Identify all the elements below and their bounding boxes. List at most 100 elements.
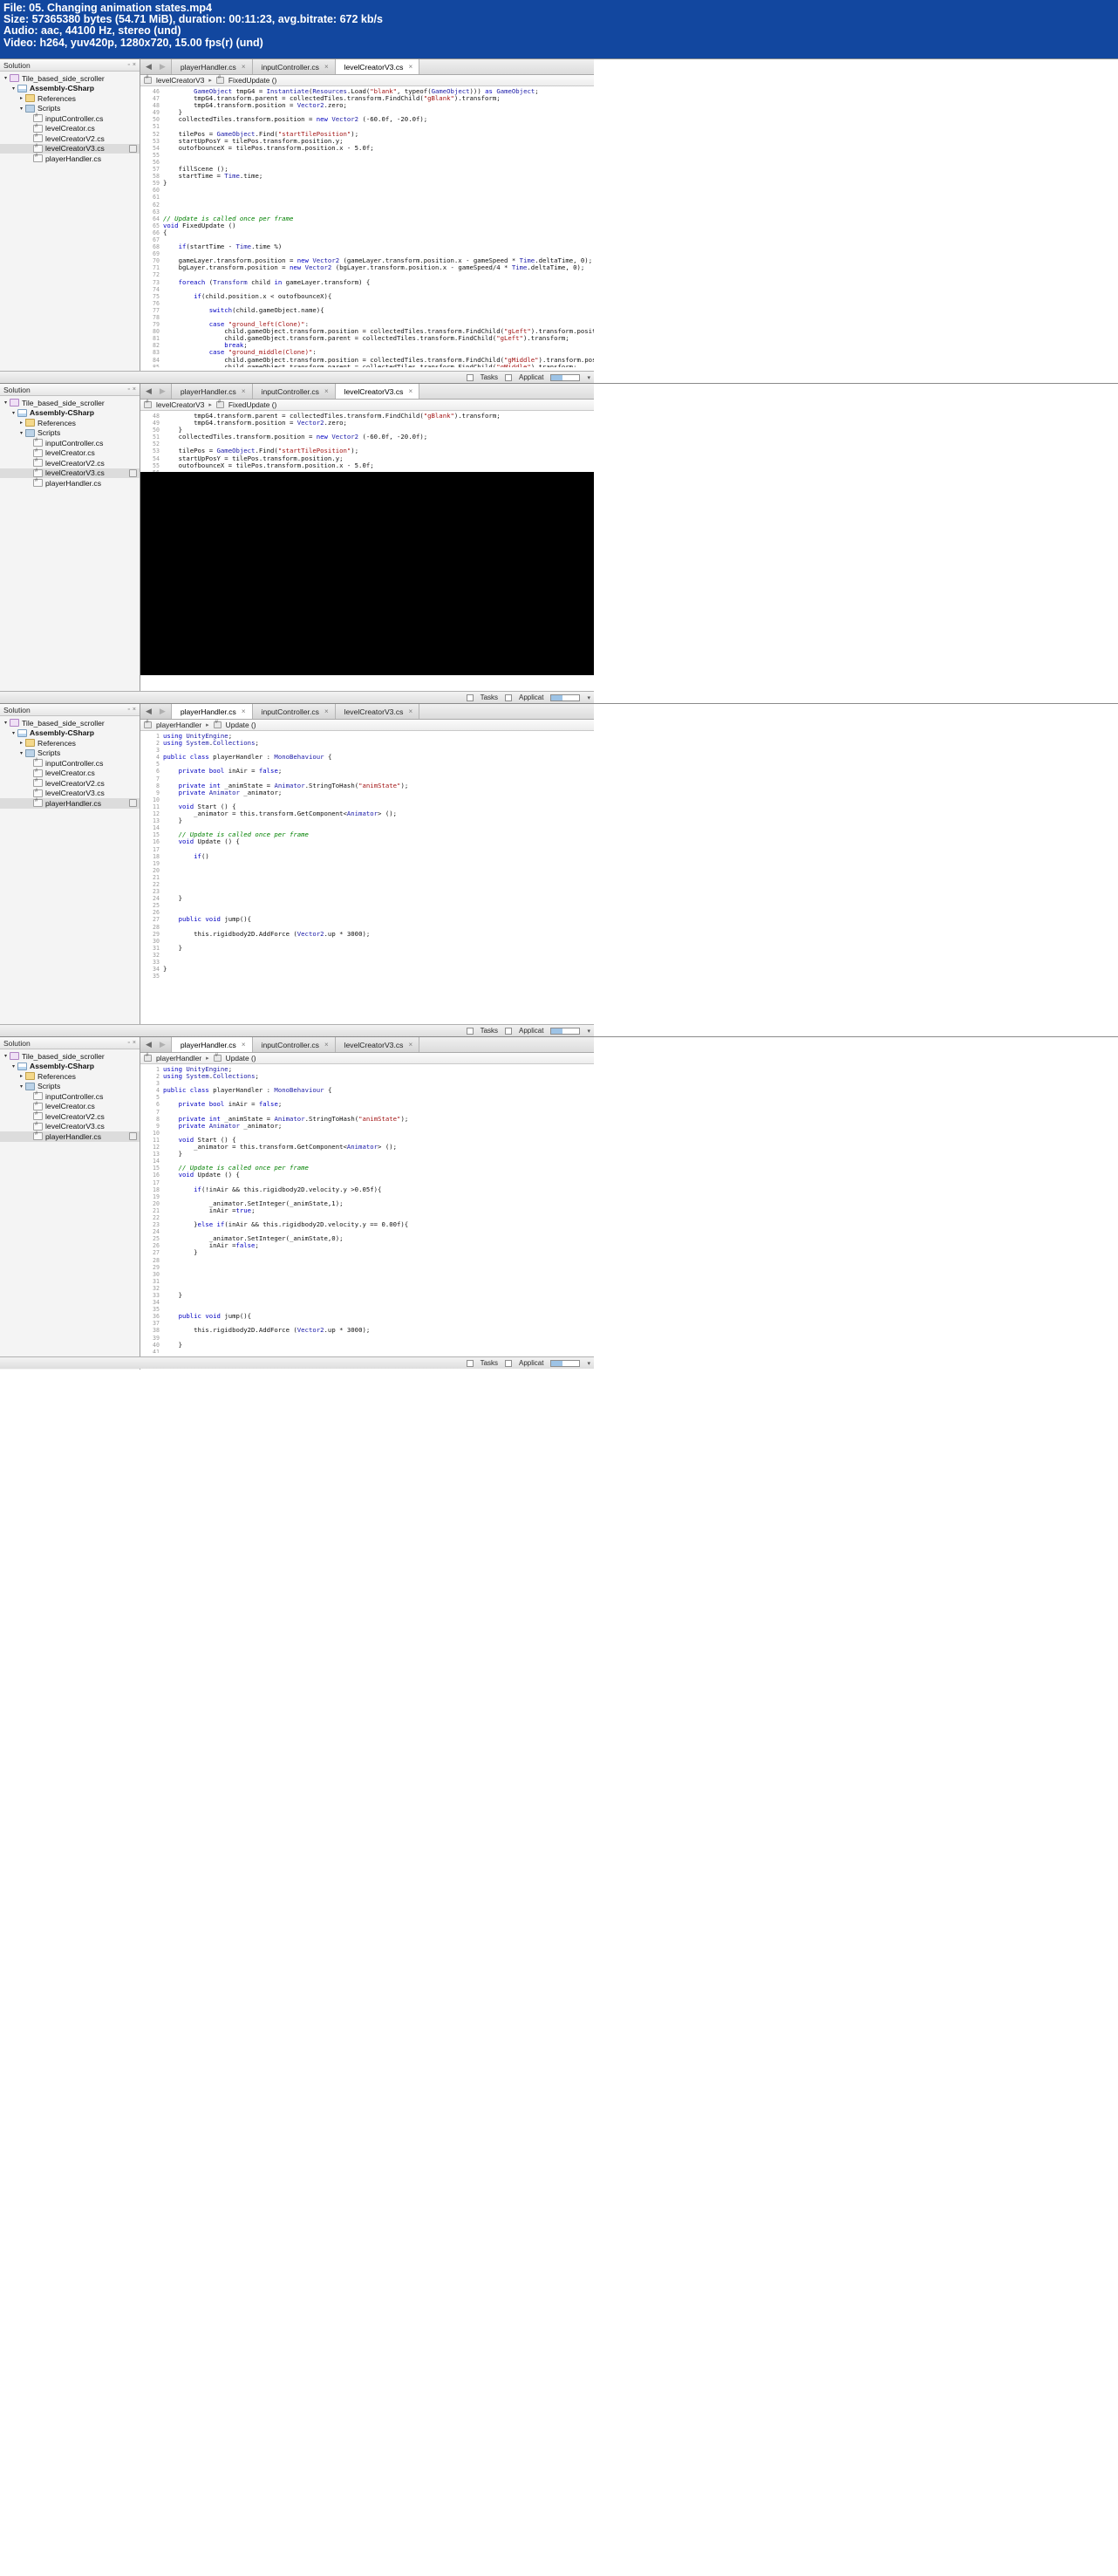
back-arrow-icon[interactable]: ◀ — [146, 1040, 152, 1049]
tree-item-playerhandler-cs[interactable]: playerHandler.cs — [0, 1131, 140, 1142]
tree-item-levelcreatorv2-cs[interactable]: levelCreatorV2.cs — [0, 1111, 140, 1122]
tab-levelcreatorv3-cs[interactable]: levelCreatorV3.cs × — [335, 704, 420, 719]
breadcrumb-class[interactable]: levelCreatorV3 — [156, 76, 204, 85]
tab-playerhandler-cs[interactable]: playerHandler.cs × — [171, 1037, 253, 1052]
tree-item-inputcontroller-cs[interactable]: inputController.cs — [0, 758, 140, 769]
tree-item-assembly-csharp[interactable]: ▾ Assembly-CSharp — [0, 1062, 140, 1072]
tree-item-assembly-csharp[interactable]: ▾ Assembly-CSharp — [0, 84, 140, 94]
tree-item-references[interactable]: ▸ References — [0, 738, 140, 748]
tree-item-levelcreator-cs[interactable]: levelCreator.cs — [0, 769, 140, 779]
twisty-icon[interactable]: ▾ — [17, 1083, 25, 1090]
pin-icon[interactable] — [129, 1132, 137, 1141]
tree-item-references[interactable]: ▸ References — [0, 93, 140, 104]
chevron-down-icon[interactable]: ▾ — [587, 1028, 590, 1035]
tab-playerhandler-cs[interactable]: playerHandler.cs × — [171, 59, 253, 74]
twisty-icon[interactable]: ▾ — [2, 400, 10, 406]
tree-item-references[interactable]: ▸ References — [0, 1071, 140, 1082]
tree-item-playerhandler-cs[interactable]: playerHandler.cs — [0, 154, 140, 164]
tab-inputcontroller-cs[interactable]: inputController.cs × — [252, 704, 336, 719]
tree-item-inputcontroller-cs[interactable]: inputController.cs — [0, 1091, 140, 1102]
nav-buttons[interactable]: ◀ ▶ — [140, 1037, 172, 1052]
code-editor[interactable]: 46 GameObject tmpG4 = Instantiate(Resour… — [140, 86, 594, 367]
tree-item-tile-based-side-scroller[interactable]: ▾ Tile_based_side_scroller — [0, 718, 140, 728]
chevron-down-icon[interactable]: ▾ — [587, 694, 590, 701]
minimize-icon[interactable]: ▫ — [127, 62, 129, 68]
back-arrow-icon[interactable]: ◀ — [146, 386, 152, 396]
twisty-icon[interactable]: ▾ — [10, 410, 17, 416]
forward-arrow-icon[interactable]: ▶ — [160, 386, 166, 396]
close-icon[interactable]: × — [242, 707, 246, 715]
tab-levelcreatorv3-cs[interactable]: levelCreatorV3.cs × — [335, 1037, 420, 1052]
close-icon[interactable]: × — [324, 1041, 329, 1049]
back-arrow-icon[interactable]: ◀ — [146, 707, 152, 716]
back-arrow-icon[interactable]: ◀ — [146, 62, 152, 72]
pin-icon[interactable] — [129, 799, 137, 808]
tasks-icon[interactable] — [466, 694, 474, 701]
code-editor[interactable]: 1 using UnityEngine; 2 using System.Collect… — [140, 731, 594, 1021]
tree-item-scripts[interactable]: ▾ Scripts — [0, 1082, 140, 1092]
close-icon[interactable]: × — [242, 63, 246, 71]
pin-icon[interactable] — [129, 144, 137, 153]
close-icon[interactable]: × — [408, 387, 412, 395]
close-icon[interactable]: × — [408, 63, 412, 71]
tab-inputcontroller-cs[interactable]: inputController.cs × — [252, 384, 336, 399]
twisty-icon[interactable]: ▾ — [10, 85, 17, 92]
tree-item-inputcontroller-cs[interactable]: inputController.cs — [0, 438, 140, 448]
forward-arrow-icon[interactable]: ▶ — [160, 707, 166, 716]
pin-icon[interactable] — [129, 468, 137, 477]
nav-buttons[interactable]: ◀ ▶ — [140, 384, 172, 399]
tree-item-scripts[interactable]: ▾ Scripts — [0, 748, 140, 759]
close-icon[interactable]: × — [324, 707, 329, 715]
tree-item-scripts[interactable]: ▾ Scripts — [0, 104, 140, 114]
close-icon[interactable]: × — [408, 1041, 412, 1049]
twisty-icon[interactable]: ▸ — [17, 420, 25, 426]
tab-levelcreatorv3-cs[interactable]: levelCreatorV3.cs × — [335, 59, 420, 74]
minimize-icon[interactable]: ▫ — [127, 1040, 129, 1046]
close-icon[interactable]: × — [324, 63, 329, 71]
twisty-icon[interactable]: ▾ — [10, 1063, 17, 1069]
tree-item-levelcreator-cs[interactable]: levelCreator.cs — [0, 124, 140, 134]
twisty-icon[interactable]: ▾ — [17, 106, 25, 112]
minimize-icon[interactable]: ▫ — [127, 386, 129, 393]
twisty-icon[interactable]: ▾ — [10, 730, 17, 736]
close-icon[interactable]: × — [133, 707, 136, 713]
breadcrumb-class[interactable]: playerHandler — [156, 1054, 201, 1063]
twisty-icon[interactable]: ▸ — [17, 740, 25, 746]
close-icon[interactable]: × — [242, 1041, 246, 1049]
tree-item-tile-based-side-scroller[interactable]: ▾ Tile_based_side_scroller — [0, 73, 140, 84]
tree-item-levelcreatorv3-cs[interactable]: levelCreatorV3.cs — [0, 1122, 140, 1132]
tree-item-scripts[interactable]: ▾ Scripts — [0, 428, 140, 439]
application-icon[interactable] — [505, 1027, 513, 1035]
forward-arrow-icon[interactable]: ▶ — [160, 62, 166, 72]
application-icon[interactable] — [505, 1359, 513, 1367]
minimize-icon[interactable]: ▫ — [127, 707, 129, 713]
close-icon[interactable]: × — [133, 1040, 136, 1046]
tree-item-tile-based-side-scroller[interactable]: ▾ Tile_based_side_scroller — [0, 398, 140, 408]
tree-item-playerhandler-cs[interactable]: playerHandler.cs — [0, 798, 140, 809]
tasks-icon[interactable] — [466, 373, 474, 381]
twisty-icon[interactable]: ▾ — [17, 750, 25, 756]
close-icon[interactable]: × — [242, 387, 246, 395]
tasks-icon[interactable] — [466, 1359, 474, 1367]
twisty-icon[interactable]: ▾ — [2, 75, 10, 81]
twisty-icon[interactable]: ▸ — [17, 1073, 25, 1079]
breadcrumb-class[interactable]: levelCreatorV3 — [156, 400, 204, 409]
tree-item-tile-based-side-scroller[interactable]: ▾ Tile_based_side_scroller — [0, 1051, 140, 1062]
tree-item-references[interactable]: ▸ References — [0, 418, 140, 428]
tree-item-playerhandler-cs[interactable]: playerHandler.cs — [0, 478, 140, 489]
breadcrumb-member[interactable]: Update () — [226, 1054, 256, 1063]
tree-item-levelcreatorv2-cs[interactable]: levelCreatorV2.cs — [0, 778, 140, 789]
tab-inputcontroller-cs[interactable]: inputController.cs × — [252, 1037, 336, 1052]
close-icon[interactable]: × — [324, 387, 329, 395]
tree-item-assembly-csharp[interactable]: ▾ Assembly-CSharp — [0, 728, 140, 739]
twisty-icon[interactable]: ▾ — [2, 720, 10, 726]
breadcrumb-member[interactable]: Update () — [226, 721, 256, 729]
twisty-icon[interactable]: ▸ — [17, 95, 25, 101]
twisty-icon[interactable]: ▾ — [2, 1053, 10, 1059]
tree-item-levelcreatorv2-cs[interactable]: levelCreatorV2.cs — [0, 133, 140, 144]
tab-playerhandler-cs[interactable]: playerHandler.cs × — [171, 384, 253, 399]
breadcrumb-member[interactable]: FixedUpdate () — [228, 400, 276, 409]
chevron-down-icon[interactable]: ▾ — [587, 1360, 590, 1367]
nav-buttons[interactable]: ◀ ▶ — [140, 59, 172, 74]
chevron-down-icon[interactable]: ▾ — [587, 374, 590, 381]
